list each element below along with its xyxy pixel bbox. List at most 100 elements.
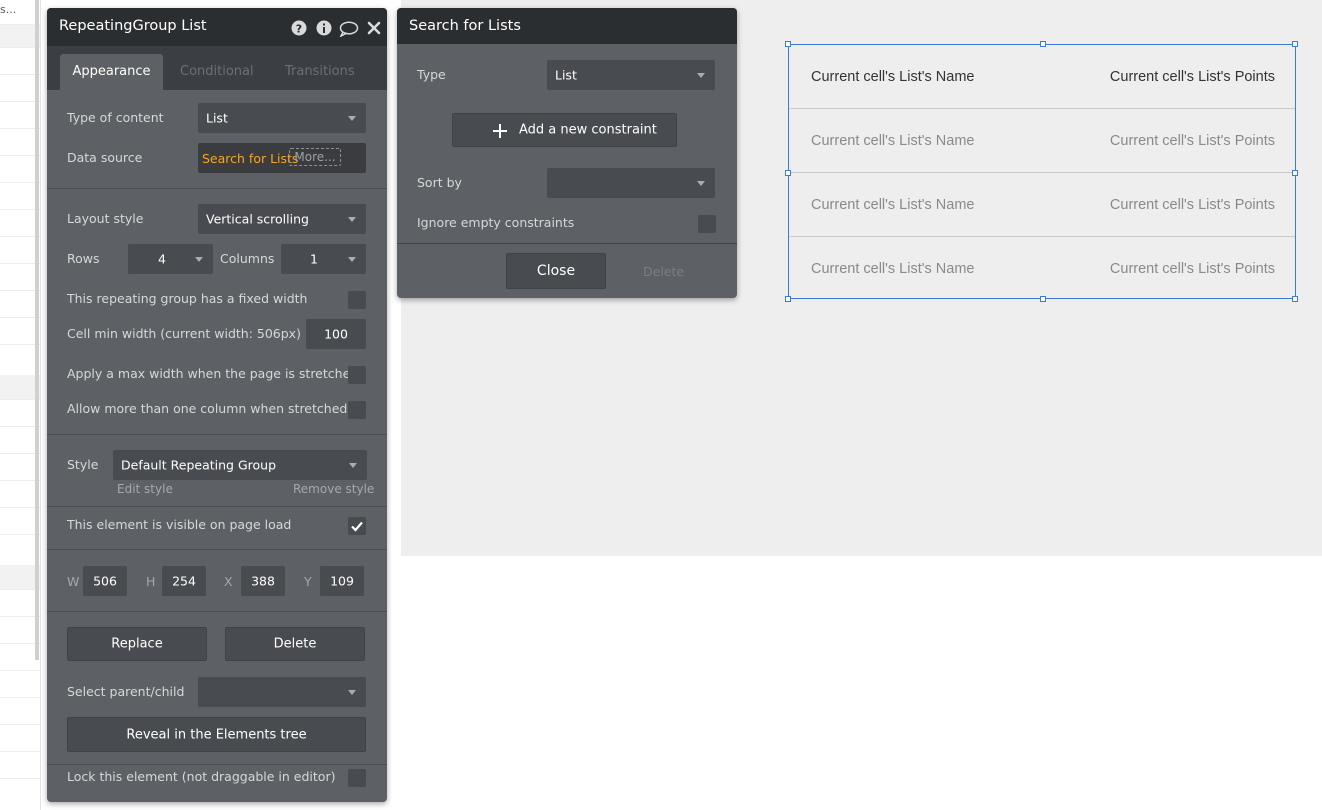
divider — [47, 506, 387, 507]
chevron-down-icon — [348, 217, 356, 222]
tab-transitions[interactable]: Transitions — [285, 64, 355, 79]
list-row[interactable] — [0, 565, 40, 589]
list-row-divider — [0, 209, 40, 210]
list-row-divider — [0, 507, 40, 508]
lock-element-label: Lock this element (not draggable in edit… — [67, 769, 336, 784]
delete-button[interactable]: Delete — [643, 264, 684, 279]
type-dropdown[interactable]: List — [547, 60, 715, 90]
panel-title: RepeatingGroup List — [59, 18, 207, 34]
close-button[interactable]: Close — [506, 253, 606, 289]
list-row-divider — [0, 724, 40, 725]
chevron-down-icon — [348, 116, 356, 121]
fixed-width-checkbox[interactable] — [348, 291, 366, 309]
data-source-label: Data source — [67, 150, 143, 165]
scrollbar[interactable] — [35, 0, 39, 660]
chevron-down-icon — [697, 73, 705, 78]
sort-by-dropdown[interactable] — [547, 168, 715, 198]
height-input[interactable]: 254 — [162, 566, 206, 596]
info-icon[interactable] — [316, 20, 332, 36]
style-label: Style — [67, 457, 99, 472]
more-columns-checkbox[interactable] — [348, 401, 366, 419]
resize-handle[interactable] — [785, 170, 791, 176]
width-input[interactable]: 506 — [83, 566, 127, 596]
button-label: Close — [536, 263, 576, 279]
list-row[interactable] — [0, 375, 40, 399]
data-source-expression[interactable]: Search for Lists — [202, 151, 298, 166]
max-width-checkbox[interactable] — [348, 366, 366, 384]
y-input[interactable]: 109 — [320, 566, 364, 596]
search-editor-panel: Search for Lists Type List Add a new con… — [397, 8, 737, 298]
divider — [47, 549, 387, 550]
resize-handle[interactable] — [1292, 170, 1298, 176]
list-row-divider — [0, 616, 40, 617]
visible-on-load-checkbox[interactable] — [348, 517, 366, 535]
panel-header[interactable]: Search for Lists — [397, 8, 737, 44]
list-row-divider — [0, 751, 40, 752]
close-icon[interactable] — [367, 21, 381, 35]
list-row-divider — [0, 480, 40, 481]
rows-dropdown[interactable]: 4 — [128, 244, 213, 274]
table-row[interactable]: Current cell's List's Name Current cell'… — [789, 45, 1295, 108]
remove-style-link[interactable]: Remove style — [293, 482, 374, 496]
list-row-divider — [0, 534, 40, 535]
truncated-item-label: s... — [0, 3, 17, 16]
resize-handle[interactable] — [1292, 296, 1298, 302]
resize-handle[interactable] — [785, 296, 791, 302]
tab-bar: Appearance Conditional Transitions — [47, 46, 387, 90]
select-parent-dropdown[interactable] — [198, 677, 366, 707]
table-row[interactable]: Current cell's List's Name Current cell'… — [789, 173, 1295, 236]
style-dropdown[interactable]: Default Repeating Group — [113, 450, 367, 480]
divider — [47, 434, 387, 435]
dropdown-value: 4 — [158, 251, 166, 267]
ignore-empty-checkbox[interactable] — [698, 215, 716, 233]
tab-conditional[interactable]: Conditional — [180, 64, 254, 79]
input-value: 506 — [93, 573, 117, 589]
resize-handle[interactable] — [1292, 41, 1298, 47]
list-row-divider — [0, 101, 40, 102]
cell-min-width-input[interactable]: 100 — [306, 319, 366, 349]
more-button[interactable]: More... — [289, 148, 341, 166]
delete-button[interactable]: Delete — [225, 627, 365, 661]
list-row[interactable] — [0, 25, 40, 47]
layout-style-label: Layout style — [67, 211, 144, 226]
list-row-divider — [0, 155, 40, 156]
list-row-divider — [0, 453, 40, 454]
type-of-content-dropdown[interactable]: List — [198, 103, 366, 133]
y-label: Y — [304, 574, 312, 589]
tab-appearance[interactable]: Appearance — [60, 54, 163, 90]
input-value: 254 — [172, 573, 196, 589]
divider — [397, 243, 737, 244]
divider — [47, 611, 387, 612]
data-source-field[interactable]: Search for Lists More... — [198, 143, 366, 173]
resize-handle[interactable] — [1040, 296, 1046, 302]
list-row-divider — [0, 589, 40, 590]
panel-header[interactable]: RepeatingGroup List ? — [47, 8, 387, 46]
panel-title: Search for Lists — [409, 18, 521, 34]
cell-points-text: Current cell's List's Points — [1109, 68, 1275, 85]
list-row-divider — [0, 263, 40, 264]
list-row-divider — [0, 697, 40, 698]
table-row[interactable]: Current cell's List's Name Current cell'… — [789, 109, 1295, 172]
layout-style-dropdown[interactable]: Vertical scrolling — [198, 204, 366, 234]
x-input[interactable]: 388 — [241, 566, 285, 596]
dropdown-value: List — [555, 67, 577, 83]
help-icon[interactable]: ? — [291, 20, 307, 36]
resize-handle[interactable] — [1040, 41, 1046, 47]
x-label: X — [224, 574, 233, 589]
resize-handle[interactable] — [785, 41, 791, 47]
repeating-group-preview[interactable]: Current cell's List's Name Current cell'… — [788, 44, 1296, 299]
list-row-divider — [0, 74, 40, 75]
comment-icon[interactable] — [339, 21, 359, 37]
ignore-empty-label: Ignore empty constraints — [417, 215, 575, 230]
visible-on-load-label: This element is visible on page load — [67, 517, 292, 532]
columns-dropdown[interactable]: 1 — [281, 244, 366, 274]
reveal-in-tree-button[interactable]: Reveal in the Elements tree — [67, 717, 366, 752]
divider — [47, 188, 387, 189]
plus-icon — [493, 124, 507, 138]
cell-points-text: Current cell's List's Points — [1109, 132, 1275, 149]
edit-style-link[interactable]: Edit style — [117, 482, 173, 496]
table-row[interactable]: Current cell's List's Name Current cell'… — [789, 237, 1295, 300]
add-constraint-button[interactable]: Add a new constraint — [452, 113, 677, 147]
replace-button[interactable]: Replace — [67, 627, 207, 661]
lock-element-checkbox[interactable] — [348, 769, 366, 787]
